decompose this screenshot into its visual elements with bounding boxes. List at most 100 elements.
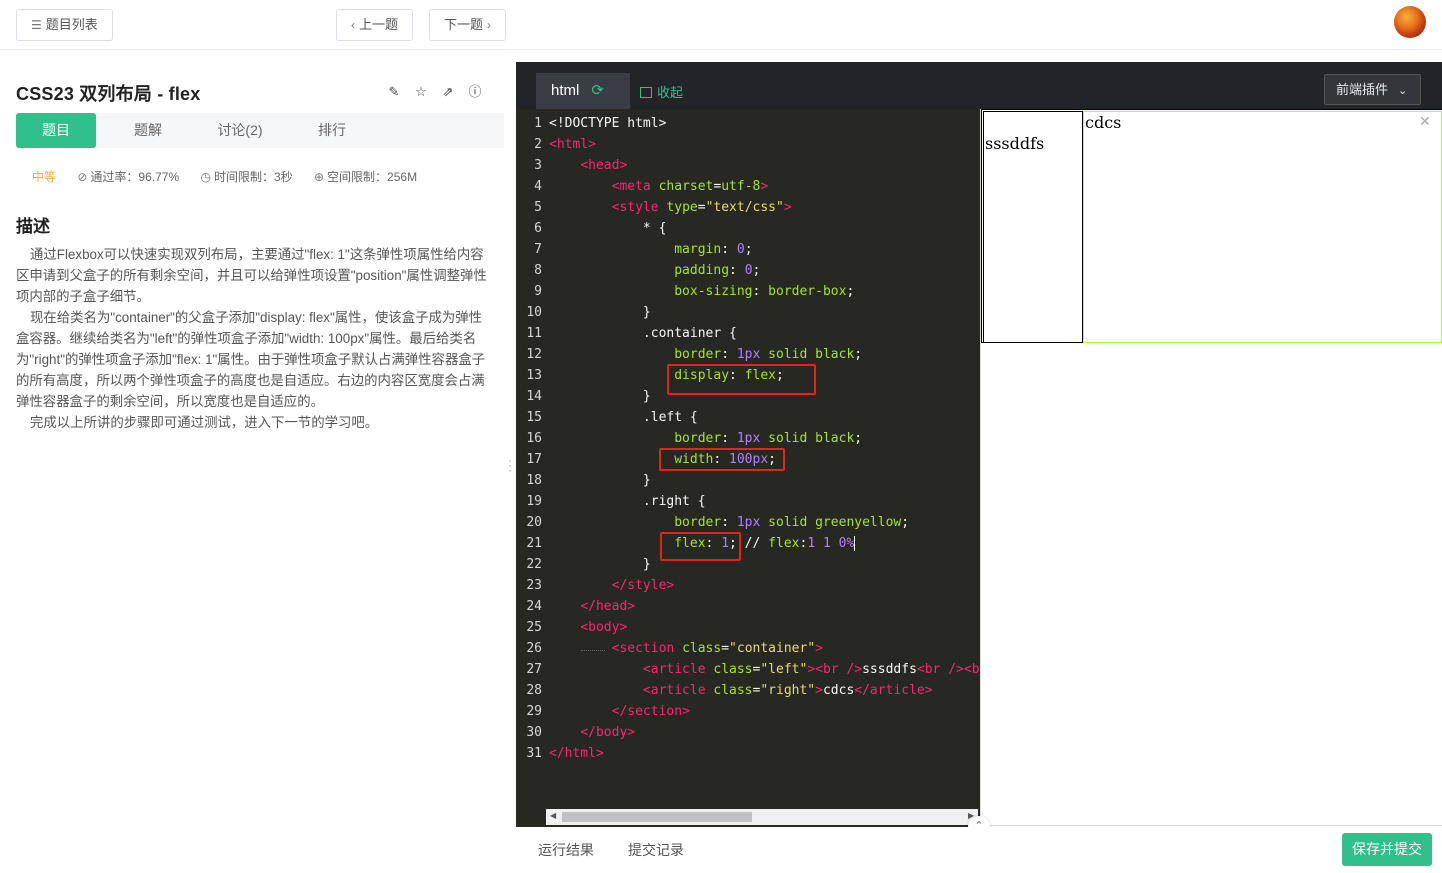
problem-tabs: 题目 题解 讨论(2) 排行 — [16, 113, 504, 148]
line-number: 25 — [526, 620, 542, 635]
code-line: border: 1px solid black; — [674, 347, 863, 362]
horizontal-scrollbar[interactable]: ◀ ▶ — [546, 809, 978, 825]
tab-ranking[interactable]: 排行 — [292, 113, 372, 148]
code-line: </html> — [549, 746, 604, 761]
chevron-left-icon: ‹ — [351, 18, 355, 32]
preview-right: cdcs — [1083, 111, 1442, 343]
code-line: .container { — [549, 326, 737, 341]
scroll-left-icon[interactable]: ◀ — [550, 811, 556, 820]
code-line: } — [549, 473, 651, 488]
description-body: 通过Flexbox可以快速实现双列布局，主要通过"flex: 1"这条弹性项属性… — [16, 244, 488, 433]
resize-handle[interactable]: · · · — [508, 454, 512, 476]
problem-list-button[interactable]: ☰ 题目列表 — [16, 9, 113, 41]
close-icon[interactable]: ✕ — [1419, 113, 1431, 130]
code-line: <meta charset=utf-8> — [611, 179, 769, 194]
tab-html[interactable]: html ⟳ — [536, 73, 630, 109]
tab-discussion[interactable]: 讨论(2) — [200, 113, 280, 148]
code-line: <article class="right">cdcs</article> — [642, 683, 933, 698]
refresh-icon[interactable]: ⟳ — [591, 82, 604, 99]
code-line: } — [549, 389, 651, 404]
code-line: <article class="left"><br />sssddfs<br /… — [642, 662, 988, 677]
star-icon[interactable]: ☆ — [414, 85, 428, 99]
title-actions: ✎ ☆ ⇗ ⓘ — [387, 83, 495, 101]
code-line: border: 1px solid black; — [674, 431, 863, 446]
line-number: 10 — [526, 305, 542, 320]
code-line: </body> — [580, 725, 636, 740]
highlight-box — [667, 364, 816, 395]
line-number: 16 — [526, 431, 542, 446]
editor-tab-label: html — [551, 82, 580, 99]
line-number: 11 — [526, 326, 542, 341]
info-icon[interactable]: ⓘ — [468, 85, 482, 99]
next-problem-label: 下一题 — [444, 17, 484, 32]
next-problem-button[interactable]: 下一题 › — [429, 9, 507, 41]
line-number: 24 — [526, 599, 542, 614]
line-number: 14 — [526, 389, 542, 404]
line-number: 13 — [526, 368, 542, 383]
line-number: 1 — [534, 116, 542, 131]
code-line: <html> — [549, 137, 596, 152]
collapse-label: 收起 — [657, 85, 684, 100]
line-number: 28 — [526, 683, 542, 698]
chevron-down-icon: ⌄ — [1398, 85, 1408, 97]
line-number: 12 — [526, 347, 542, 362]
code-line: .right { — [549, 494, 706, 509]
share-icon[interactable]: ⇗ — [441, 85, 455, 99]
line-number: 21 — [526, 536, 542, 551]
line-number: 27 — [526, 662, 542, 677]
code-line: </style> — [611, 578, 675, 593]
bottom-bar: 运行结果 提交记录 保存并提交 — [516, 827, 1442, 873]
code-line: <style type="text/css"> — [611, 200, 792, 215]
top-bar: ☰ 题目列表 ‹ 上一题 下一题 › — [0, 0, 1442, 50]
code-line: <body> — [580, 620, 628, 635]
prev-problem-button[interactable]: ‹ 上一题 — [336, 9, 414, 41]
line-number: 19 — [526, 494, 542, 509]
clock-icon: ◷ — [200, 170, 211, 184]
code-line: </section> — [611, 704, 690, 719]
user-avatar[interactable] — [1394, 6, 1426, 38]
line-number: 9 — [534, 284, 542, 299]
check-circle-icon: ⊘ — [77, 170, 88, 184]
problem-title: CSS23 双列布局 - flex — [16, 84, 201, 104]
scrollbar-thumb[interactable] — [562, 812, 752, 822]
line-number: 15 — [526, 410, 542, 425]
code-line: .left { — [549, 410, 698, 425]
description-paragraph: 完成以上所讲的步骤即可通过测试，进入下一节的学习吧。 — [30, 415, 379, 430]
problem-panel: CSS23 双列布局 - flex ✎ ☆ ⇗ ⓘ 题目 题解 讨论(2) 排行 中等… — [0, 50, 504, 873]
line-number: 6 — [534, 221, 542, 236]
line-number: 3 — [534, 158, 542, 173]
plugin-label: 前端插件 — [1336, 82, 1389, 97]
code-line: } — [549, 305, 651, 320]
highlight-box — [660, 532, 741, 561]
line-number: 29 — [526, 704, 542, 719]
line-number: 17 — [526, 452, 542, 467]
problem-list-label: 题目列表 — [45, 17, 98, 32]
tab-solutions[interactable]: 题解 — [108, 113, 188, 148]
tab-problem[interactable]: 题目 — [16, 113, 96, 148]
line-number: 18 — [526, 473, 542, 488]
line-number: 30 — [526, 725, 542, 740]
difficulty-badge: 中等 — [32, 170, 57, 184]
edit-icon[interactable]: ✎ — [387, 85, 401, 99]
save-and-submit-button[interactable]: 保存并提交 — [1342, 833, 1432, 866]
code-line: } — [549, 557, 651, 572]
editor-header: html ⟳ 收起 前端插件 ⌄ — [516, 62, 1442, 109]
line-number: 20 — [526, 515, 542, 530]
prev-problem-label: 上一题 — [359, 17, 399, 32]
code-line: margin: 0; — [674, 242, 753, 257]
collapse-button[interactable]: 收起 — [640, 82, 683, 101]
line-number: 2 — [534, 137, 542, 152]
tab-submit-record[interactable]: 提交记录 — [628, 840, 684, 860]
description-paragraph: 现在给类名为"container"的父盒子添加"display: flex"属性… — [16, 310, 486, 409]
chevron-right-icon: › — [487, 18, 492, 32]
line-number: 26 — [526, 641, 542, 656]
problem-meta: 中等 ⊘ 通过率：96.77% ◷ 时间限制：3秒 ⊕ 空间限制：256M — [32, 168, 435, 185]
line-number: 23 — [526, 578, 542, 593]
frontend-plugin-dropdown[interactable]: 前端插件 ⌄ — [1324, 74, 1421, 105]
code-line: <section class="container"> — [611, 641, 823, 656]
tab-run-result[interactable]: 运行结果 — [538, 840, 594, 860]
time-limit: 时间限制：3秒 — [213, 170, 293, 184]
description-paragraph: 通过Flexbox可以快速实现双列布局，主要通过"flex: 1"这条弹性项属性… — [16, 247, 487, 304]
list-icon: ☰ — [31, 18, 42, 32]
line-number: 4 — [534, 179, 542, 194]
